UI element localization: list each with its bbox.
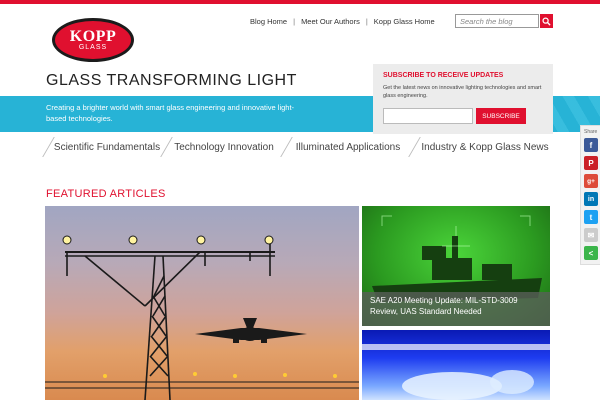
nav-kopp-glass-home[interactable]: Kopp Glass Home <box>374 17 435 26</box>
subscribe-heading: SUBSCRIBE TO RECEIVE UPDATES <box>383 72 504 79</box>
twitter-icon[interactable]: t <box>584 210 598 224</box>
facebook-icon[interactable]: f <box>584 138 598 152</box>
featured-heading: FEATURED ARTICLES <box>46 188 166 200</box>
subscribe-button[interactable]: SUBSCRIBE <box>476 108 526 124</box>
blog-page: KOPP GLASS Blog Home | Meet Our Authors … <box>0 0 600 400</box>
airport-lights-illustration <box>45 235 359 400</box>
site-title: GLASS TRANSFORMING LIGHT <box>46 72 297 89</box>
logo-text: KOPP <box>69 27 117 45</box>
nav-separator: | <box>293 17 296 26</box>
google-plus-icon[interactable]: g+ <box>584 174 598 188</box>
nav-separator: | <box>365 17 368 26</box>
search-button[interactable] <box>540 14 553 28</box>
category-illuminated-applications[interactable]: Illuminated Applications <box>288 134 408 160</box>
nav-blog-home[interactable]: Blog Home <box>250 17 287 26</box>
search-icon <box>542 16 551 26</box>
category-technology-innovation[interactable]: Technology Innovation <box>168 134 280 160</box>
featured-article-main[interactable] <box>45 206 359 400</box>
search-input[interactable]: Search the blog <box>455 14 539 28</box>
top-nav: Blog Home | Meet Our Authors | Kopp Glas… <box>250 17 435 26</box>
logo-subtext: GLASS <box>78 43 108 51</box>
category-industry-news[interactable]: Industry & Kopp Glass News <box>416 134 554 160</box>
blue-equipment-illustration <box>362 344 550 400</box>
tagline: Creating a brighter world with smart gla… <box>46 103 295 123</box>
share-label: Share <box>584 129 598 135</box>
pinterest-icon[interactable]: P <box>584 156 598 170</box>
subscribe-description: Get the latest news on innovative lighti… <box>383 85 542 99</box>
article-caption[interactable]: SAE A20 Meeting Update: MIL-STD-3009 Rev… <box>362 292 550 326</box>
top-accent-bar <box>0 0 600 4</box>
linkedin-icon[interactable]: in <box>584 192 598 206</box>
featured-article-blue[interactable] <box>362 330 550 400</box>
category-nav: Scientific Fundamentals Technology Innov… <box>36 134 556 160</box>
nav-meet-authors[interactable]: Meet Our Authors <box>301 17 360 26</box>
category-scientific-fundamentals[interactable]: Scientific Fundamentals <box>50 134 164 160</box>
email-icon[interactable]: ✉ <box>584 228 598 242</box>
email-field[interactable] <box>383 108 473 124</box>
sharethis-icon[interactable]: < <box>584 246 598 260</box>
share-bar: Share f P g+ in t ✉ < <box>580 125 600 265</box>
kopp-glass-logo[interactable]: KOPP GLASS <box>52 18 134 62</box>
